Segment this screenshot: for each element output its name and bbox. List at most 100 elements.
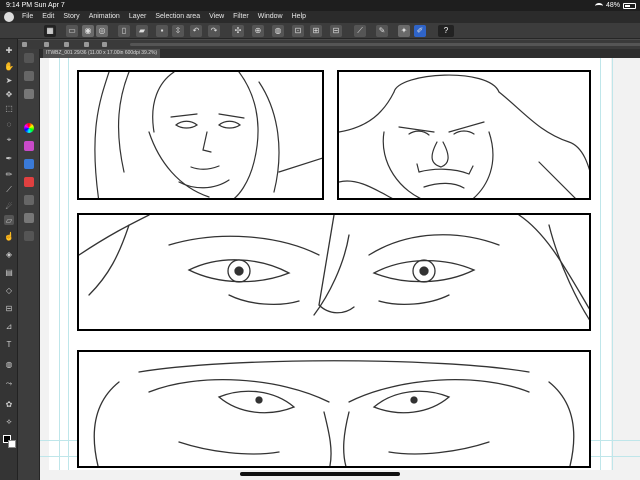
option-slider[interactable]: [130, 43, 640, 46]
canvas-icon[interactable]: ▭: [66, 25, 78, 37]
figure-tool-icon[interactable]: ◇: [4, 285, 14, 295]
airbrush-tool-icon[interactable]: ☄: [4, 201, 14, 211]
menu-edit[interactable]: Edit: [42, 11, 54, 23]
menu-help[interactable]: Help: [292, 11, 306, 23]
option-toggle-5[interactable]: [102, 42, 107, 47]
snap-icon[interactable]: ⊟: [330, 25, 342, 37]
selection-tool-icon[interactable]: ⬚: [4, 103, 14, 113]
decoration-tool-icon[interactable]: ✿: [4, 399, 14, 409]
help-button[interactable]: ?: [438, 25, 454, 37]
battery-icon: [623, 2, 636, 9]
open-folder-icon[interactable]: ▰: [136, 25, 148, 37]
menu-story[interactable]: Story: [63, 11, 79, 23]
trim-guide-left: [68, 58, 69, 470]
save-icon[interactable]: ▪: [156, 25, 168, 37]
clip-studio-window: 9:14 PM Sun Apr 7 48% File Edit Story An…: [0, 0, 640, 480]
layer-panel-icon[interactable]: [24, 231, 34, 241]
panel-eyes[interactable]: [77, 213, 591, 331]
menu-window[interactable]: Window: [258, 11, 283, 23]
document-tab[interactable]: ITWBZ_001 29/36 (11.00 x 17.00in 600dpi …: [43, 49, 161, 58]
intermediate-color-icon[interactable]: [24, 177, 34, 187]
sub-tool-hand-icon[interactable]: [24, 53, 34, 63]
deselect-icon[interactable]: ⊡: [292, 25, 304, 37]
correct-line-tool-icon[interactable]: ⤳: [4, 379, 14, 389]
menu-view[interactable]: View: [209, 11, 224, 23]
eraser-tool-icon[interactable]: ▱: [4, 215, 14, 225]
clear-icon[interactable]: ✣: [232, 25, 244, 37]
pen-tool-icon[interactable]: ✒: [4, 153, 14, 163]
app-logo-icon[interactable]: [4, 12, 14, 22]
command-bar: ▦ ▭ ◉ ◎ ▯ ▰ ▪ ⇳ ↶ ↷ ✣ ⊕ ◍ ⊡ ⊞ ⊟ ⟋ ✎ ✦ ✐ …: [0, 23, 640, 39]
menu-bar: File Edit Story Animation Layer Selectio…: [0, 11, 640, 23]
brush-tool-icon[interactable]: ⟋: [4, 185, 14, 195]
status-time: 9:14 PM: [6, 2, 33, 9]
brow-sketch: [93, 360, 575, 466]
sub-tool-panel: [18, 49, 40, 480]
panel-brow[interactable]: [77, 350, 591, 468]
eye-icon[interactable]: ◉: [82, 25, 94, 37]
panel-woman[interactable]: [77, 70, 324, 200]
new-file-icon[interactable]: ▯: [118, 25, 130, 37]
undo-icon[interactable]: ↶: [190, 25, 202, 37]
pen-snap-icon[interactable]: ✎: [376, 25, 388, 37]
sub-tool-object-icon[interactable]: [24, 89, 34, 99]
menu-filter[interactable]: Filter: [233, 11, 249, 23]
brush-size-icon[interactable]: [24, 213, 34, 223]
ogre-face-sketch: [339, 74, 589, 198]
eyes-sketch: [79, 215, 589, 321]
menu-layer[interactable]: Layer: [129, 11, 147, 23]
status-bar: 9:14 PM Sun Apr 7 48%: [0, 0, 640, 11]
gradient-tool-icon[interactable]: ▤: [4, 267, 14, 277]
frame-tool-icon[interactable]: ⊟: [4, 303, 14, 313]
status-right: 48%: [594, 0, 636, 11]
color-history-icon[interactable]: [24, 159, 34, 169]
ruler-icon[interactable]: ⟋: [354, 25, 366, 37]
pencil-tool-icon[interactable]: ✏: [4, 169, 14, 179]
eyedropper-tool-icon[interactable]: ⌖: [4, 135, 14, 145]
tool-options-bar: [18, 40, 640, 49]
redo-icon[interactable]: ↷: [208, 25, 220, 37]
bleed-guide-left: [59, 58, 60, 470]
tool-palette: ✚ ✋ ➤ ✥ ⬚ ◌ ⌖ ✒ ✏ ⟋ ☄ ▱ ☝ ◈ ▤ ◇ ⊟ ⊿ T ◍ …: [0, 39, 18, 480]
transform-icon[interactable]: ⊕: [252, 25, 264, 37]
balloon-tool-icon[interactable]: ◍: [4, 359, 14, 369]
option-toggle-4[interactable]: [84, 42, 89, 47]
home-indicator: [240, 472, 400, 476]
trim-guide-right: [600, 58, 601, 470]
document-tab-bar: ITWBZ_001 29/36 (11.00 x 17.00in 600dpi …: [40, 49, 640, 58]
operation-tool-icon[interactable]: ➤: [4, 75, 14, 85]
battery-percent: 48%: [605, 2, 620, 9]
ruler-tool-icon[interactable]: ⊿: [4, 321, 14, 331]
hand-tool-icon[interactable]: ✋: [4, 61, 14, 71]
text-tool-icon[interactable]: T: [4, 339, 14, 349]
fill-icon[interactable]: ◍: [272, 25, 284, 37]
lasso-tool-icon[interactable]: ◌: [4, 119, 14, 129]
option-toggle-3[interactable]: [64, 42, 69, 47]
wifi-icon: [594, 2, 603, 9]
option-toggle-1[interactable]: [22, 42, 27, 47]
menu-selection-area[interactable]: Selection area: [155, 11, 200, 23]
fill-tool-icon[interactable]: ◈: [4, 249, 14, 259]
vector-tool-icon[interactable]: ⟡: [4, 417, 14, 427]
bleed-guide-right: [612, 58, 613, 470]
color-set-icon[interactable]: [24, 141, 34, 151]
sub-tool-move-icon[interactable]: [24, 71, 34, 81]
tool-property-icon[interactable]: [24, 195, 34, 205]
option-toggle-2[interactable]: [44, 42, 49, 47]
menu-animation[interactable]: Animation: [89, 11, 120, 23]
status-date: Sun Apr 7: [34, 2, 65, 9]
woman-face-sketch: [94, 72, 322, 198]
crop-icon[interactable]: ⊞: [310, 25, 322, 37]
color-wheel-icon[interactable]: [24, 123, 34, 133]
pen-pressure-icon[interactable]: ✐: [414, 25, 426, 37]
sub-color-swatch[interactable]: [8, 440, 16, 448]
blend-tool-icon[interactable]: ☝: [4, 231, 14, 241]
move-tool-icon[interactable]: ✥: [4, 89, 14, 99]
grid-menu-icon[interactable]: ▦: [44, 25, 56, 37]
panel-ogre[interactable]: [337, 70, 591, 200]
preview-icon[interactable]: ◎: [96, 25, 108, 37]
zoom-tool-icon[interactable]: ✚: [4, 45, 14, 55]
export-icon[interactable]: ⇳: [172, 25, 184, 37]
settings-icon[interactable]: ✦: [398, 25, 410, 37]
menu-file[interactable]: File: [22, 11, 33, 23]
